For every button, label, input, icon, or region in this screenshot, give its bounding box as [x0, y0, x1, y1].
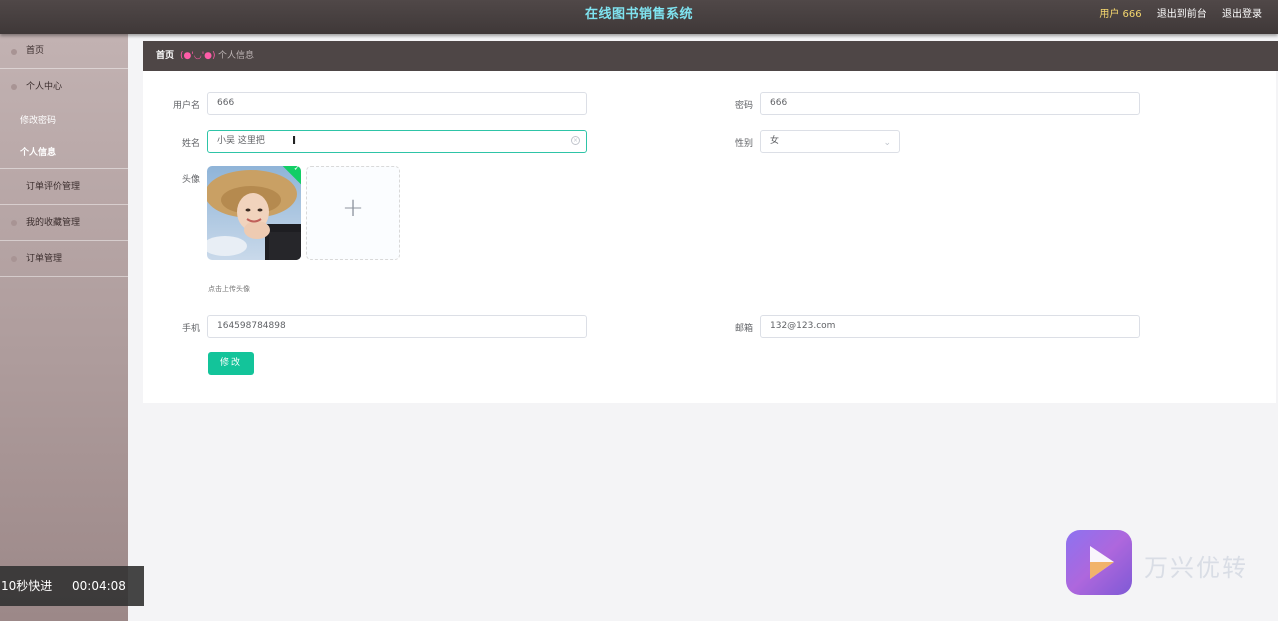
phone-label: 手机	[181, 324, 200, 334]
personal-info-form: 用户名 666 密码 666 姓名 小吴 这里把 I × 性别 女 ⌄ 头像 ✓…	[143, 71, 1276, 403]
sidebar-menu: 首页 个人中心 修改密码 个人信息 订单评价管理 我的收藏管理 订单管理	[0, 34, 128, 621]
sidebar-subitem-personal-info[interactable]: 个人信息	[0, 137, 128, 169]
avatar-label: 头像	[181, 175, 200, 185]
user-icon	[11, 84, 17, 90]
exit-to-front-link[interactable]: 退出到前台	[1157, 9, 1207, 20]
playback-time: 00:04:08	[72, 579, 126, 593]
email-label: 邮箱	[734, 324, 753, 334]
order-icon	[11, 256, 17, 262]
watermark-text: 万兴优转	[1144, 554, 1248, 582]
clear-icon[interactable]: ×	[571, 136, 580, 145]
name-field[interactable]: 小吴 这里把 I ×	[207, 130, 587, 153]
current-user-label: 用户 666	[1099, 9, 1142, 20]
gender-select-value: 女	[770, 136, 780, 146]
avatar-upload-tip: 点击上传头像	[208, 285, 250, 293]
avatar-photo	[207, 166, 301, 260]
breadcrumb-current: 个人信息	[218, 51, 255, 61]
fast-forward-label: 10秒快进	[1, 579, 53, 593]
avatar-image[interactable]: ✓	[207, 166, 301, 260]
star-icon	[11, 220, 17, 226]
sidebar-item-favorites[interactable]: 我的收藏管理	[0, 205, 128, 241]
sidebar-item-label: 我的收藏管理	[26, 218, 81, 228]
sidebar-item-home[interactable]: 首页	[0, 34, 128, 69]
check-icon: ✓	[293, 166, 301, 173]
breadcrumb: 首页 (●'◡'●) 个人信息	[143, 41, 1278, 71]
gender-select[interactable]: 女 ⌄	[760, 130, 900, 153]
sidebar-item-order-review[interactable]: 订单评价管理	[0, 169, 128, 205]
username-field[interactable]: 666	[207, 92, 587, 115]
phone-field[interactable]: 164598784898	[207, 315, 587, 338]
avatar-upload-button[interactable]: +	[306, 166, 400, 260]
top-header: 在线图书销售系统 用户 666 退出到前台 退出登录	[0, 0, 1278, 34]
play-icon	[1090, 546, 1114, 579]
name-field-value: 小吴 这里把	[217, 136, 265, 146]
plus-icon: +	[342, 193, 364, 223]
username-label: 用户名	[172, 101, 200, 111]
gender-label: 性别	[734, 139, 753, 149]
text-cursor-icon: I	[292, 134, 297, 147]
sidebar-item-personal-center[interactable]: 个人中心	[0, 69, 128, 105]
sidebar-item-label: 首页	[26, 46, 45, 56]
breadcrumb-home-link[interactable]: 首页	[156, 41, 174, 71]
password-field[interactable]: 666	[760, 92, 1140, 115]
sidebar-item-label: 订单管理	[26, 254, 63, 264]
header-actions: 用户 666 退出到前台 退出登录	[1087, 0, 1262, 30]
sidebar-item-label: 个人中心	[26, 82, 63, 92]
name-label: 姓名	[181, 139, 200, 149]
submit-button[interactable]: 修改	[208, 352, 254, 375]
home-icon	[11, 49, 17, 55]
email-field[interactable]: 132@123.com	[760, 315, 1140, 338]
sidebar-item-orders[interactable]: 订单管理	[0, 241, 128, 277]
password-label: 密码	[734, 101, 753, 111]
sidebar-subitem-change-password[interactable]: 修改密码	[0, 105, 128, 137]
app-title: 在线图书销售系统	[584, 7, 693, 22]
playback-overlay: 10秒快进 00:04:08	[0, 566, 144, 606]
watermark-logo	[1066, 530, 1132, 595]
chevron-down-icon: ⌄	[883, 138, 891, 148]
logout-link[interactable]: 退出登录	[1222, 9, 1262, 20]
breadcrumb-separator: (●'◡'●)	[180, 51, 216, 61]
